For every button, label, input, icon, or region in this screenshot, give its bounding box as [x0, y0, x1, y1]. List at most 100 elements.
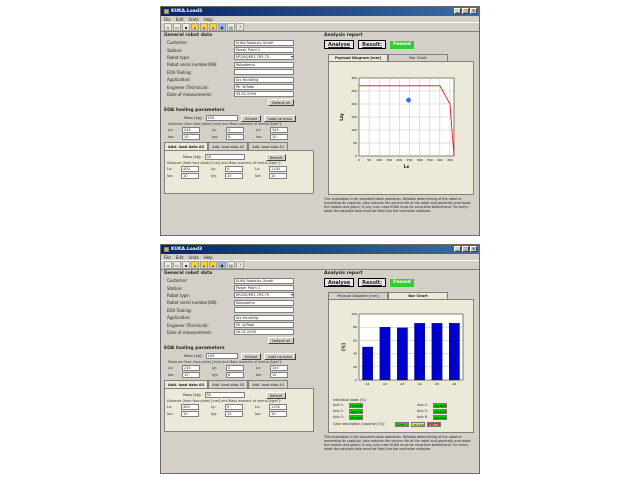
ixx-field[interactable]: 10: [182, 371, 200, 378]
open-folder-icon[interactable]: ▭: [173, 261, 181, 269]
tab-bar-chart[interactable]: Bar Chart: [388, 292, 448, 299]
load-a-icon[interactable]: ▴: [191, 261, 199, 269]
date-field[interactable]: 06.02.2009: [234, 329, 294, 336]
addload-lx-field[interactable]: 400: [181, 165, 199, 172]
addload-default-button[interactable]: Default: [265, 391, 287, 399]
tab-bar-chart[interactable]: Bar Chart: [388, 54, 448, 61]
addload-ixx-field[interactable]: 10: [181, 410, 199, 417]
load-b-icon[interactable]: ▴: [200, 261, 208, 269]
load-up-button[interactable]: Load up mass: [263, 114, 297, 122]
maximize-icon[interactable]: □: [462, 8, 469, 14]
iyy-field[interactable]: 8: [226, 133, 244, 140]
addload-iyy-field[interactable]: 10: [225, 172, 243, 179]
close-icon[interactable]: ×: [470, 246, 477, 252]
menu-help[interactable]: Help: [204, 255, 213, 260]
application-field[interactable]: Arc Handling: [234, 76, 294, 83]
application-field[interactable]: Arc Handling: [234, 314, 294, 321]
addload-mass-field[interactable]: 50: [204, 154, 245, 161]
date-field[interactable]: 06.02.2009: [234, 91, 294, 98]
tab-payload-diagram[interactable]: Payload Diagram [mm]: [328, 54, 388, 61]
application-label: Application:: [167, 315, 191, 321]
tab-add-load-a1[interactable]: Add. load data A1: [248, 380, 289, 389]
print-icon[interactable]: ▤: [227, 23, 235, 31]
tab-add-load-a3[interactable]: Add. load data A3: [164, 142, 209, 151]
lz-field[interactable]: 345: [270, 364, 288, 371]
ixx-field[interactable]: 10: [182, 133, 200, 140]
minimize-icon[interactable]: _: [454, 8, 461, 14]
load-a-icon[interactable]: ▴: [191, 23, 199, 31]
addload-default-button[interactable]: Default: [265, 153, 287, 161]
help-icon[interactable]: ?: [236, 261, 244, 269]
addload-lz-field[interactable]: 1100: [269, 165, 287, 172]
capacity-low: < 75: [395, 421, 409, 427]
new-file-icon[interactable]: ▫: [164, 23, 172, 31]
menu-edit[interactable]: Edit: [176, 255, 184, 260]
save-icon[interactable]: ▪: [182, 23, 190, 31]
maximize-icon[interactable]: □: [462, 246, 469, 252]
addload-lz-field[interactable]: 1100: [269, 403, 287, 410]
tab-add-load-a2[interactable]: Add. load data A2: [208, 142, 249, 151]
lx-field[interactable]: 245: [182, 126, 200, 133]
eoa-field[interactable]: [234, 307, 294, 314]
individual-loads: Individual loads [%] Axis 1: 53.55% Axis…: [333, 398, 473, 427]
robot-type-select[interactable]: KR200/KR1.7R3.75: [234, 54, 294, 61]
addload-izz-field[interactable]: 10: [269, 172, 287, 179]
general-title: General robot data: [164, 33, 213, 38]
default-all-button[interactable]: Default all: [268, 337, 294, 345]
robot-icon[interactable]: ◆: [218, 261, 226, 269]
load-up-button[interactable]: Load up mass: [263, 352, 297, 360]
serial-field[interactable]: Robodemo: [234, 61, 294, 68]
close-icon[interactable]: ×: [470, 8, 477, 14]
open-folder-icon[interactable]: ▭: [173, 23, 181, 31]
izz-field[interactable]: 10: [270, 133, 288, 140]
addload-ly-field[interactable]: 0: [225, 165, 243, 172]
menu-file[interactable]: File: [164, 255, 171, 260]
iyy-field[interactable]: 8: [226, 371, 244, 378]
save-icon[interactable]: ▪: [182, 261, 190, 269]
load-c-icon[interactable]: ▴: [209, 261, 217, 269]
mass-field[interactable]: 100: [205, 115, 238, 122]
station-field[interactable]: Power Pram 1: [234, 47, 294, 54]
engineer-field[interactable]: Mr. W.Robi: [234, 322, 294, 329]
load-b-icon[interactable]: ▴: [200, 23, 208, 31]
help-icon[interactable]: ?: [236, 23, 244, 31]
customer-field[interactable]: KUKA Robotics GmbH: [234, 277, 294, 284]
lz-field[interactable]: 345: [270, 126, 288, 133]
tab-add-load-a3[interactable]: Add. load data A3: [164, 380, 209, 389]
menu-units[interactable]: Units: [188, 17, 198, 22]
addload-lx-field[interactable]: 400: [181, 403, 199, 410]
analyse-button[interactable]: Analyse: [324, 40, 355, 49]
default-all-button[interactable]: Default all: [268, 99, 294, 107]
station-field[interactable]: Power Pram 1: [234, 285, 294, 292]
ly-field[interactable]: 0: [226, 126, 244, 133]
addload-ly-field[interactable]: 0: [225, 403, 243, 410]
tab-payload-diagram[interactable]: Payload Diagram [mm]: [328, 292, 388, 299]
unload-button[interactable]: Unload: [240, 352, 261, 360]
addload-iyy-field[interactable]: 10: [225, 410, 243, 417]
load-c-icon[interactable]: ▴: [209, 23, 217, 31]
tab-add-load-a2[interactable]: Add. load data A2: [208, 380, 249, 389]
robot-type-select[interactable]: KR200/KR1.7R3.75: [234, 292, 294, 299]
lx-field[interactable]: 245: [182, 364, 200, 371]
addload-izz-field[interactable]: 10: [269, 410, 287, 417]
menu-file[interactable]: File: [164, 17, 171, 22]
addload-mass-field[interactable]: 50: [204, 392, 245, 399]
print-icon[interactable]: ▤: [227, 261, 235, 269]
serial-field[interactable]: Robodemo: [234, 299, 294, 306]
minimize-icon[interactable]: _: [454, 246, 461, 252]
engineer-field[interactable]: Mr. W.Robi: [234, 84, 294, 91]
new-file-icon[interactable]: ▫: [164, 261, 172, 269]
menu-help[interactable]: Help: [204, 17, 213, 22]
izz-field[interactable]: 10: [270, 371, 288, 378]
unload-button[interactable]: Unload: [240, 114, 261, 122]
addload-ixx-field[interactable]: 10: [181, 172, 199, 179]
tab-add-load-a1[interactable]: Add. load data A1: [248, 142, 289, 151]
menu-edit[interactable]: Edit: [176, 17, 184, 22]
ly-field[interactable]: 0: [226, 364, 244, 371]
analyse-button[interactable]: Analyse: [324, 278, 355, 287]
customer-field[interactable]: KUKA Robotics GmbH: [234, 39, 294, 46]
mass-field[interactable]: 100: [205, 353, 238, 360]
robot-icon[interactable]: ◆: [218, 23, 226, 31]
eoa-field[interactable]: [234, 69, 294, 76]
menu-units[interactable]: Units: [188, 255, 198, 260]
